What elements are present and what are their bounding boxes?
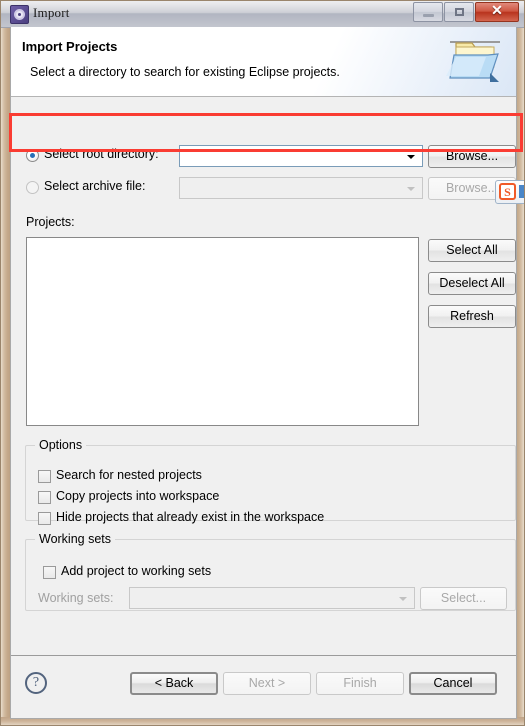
dialog-client-area: Import Projects Select a directory to se… bbox=[10, 27, 517, 719]
window-title: Import bbox=[33, 5, 70, 20]
browse-root-directory-button[interactable]: Browse... bbox=[428, 145, 516, 168]
close-icon: ✕ bbox=[491, 4, 503, 19]
copy-projects-checkbox[interactable] bbox=[38, 491, 51, 504]
copy-projects-label: Copy projects into workspace bbox=[56, 489, 220, 503]
title-bar[interactable]: Import ✕ bbox=[1, 1, 524, 28]
finish-button[interactable]: Finish bbox=[316, 672, 404, 695]
root-directory-combo[interactable] bbox=[179, 145, 423, 167]
close-button[interactable]: ✕ bbox=[475, 2, 519, 22]
working-sets-group-title: Working sets bbox=[35, 532, 116, 546]
wizard-header: Import Projects Select a directory to se… bbox=[11, 27, 516, 97]
maximize-button[interactable] bbox=[444, 2, 474, 22]
chevron-down-icon bbox=[407, 155, 415, 159]
search-nested-projects-checkbox[interactable] bbox=[38, 470, 51, 483]
working-sets-combo-label: Working sets: bbox=[38, 591, 114, 605]
refresh-button[interactable]: Refresh bbox=[428, 305, 516, 328]
select-root-directory-radio[interactable] bbox=[26, 149, 39, 162]
add-project-to-working-sets-label: Add project to working sets bbox=[61, 564, 212, 578]
select-archive-file-radio[interactable] bbox=[26, 181, 39, 194]
search-nested-projects-label: Search for nested projects bbox=[56, 468, 202, 482]
projects-label: Projects: bbox=[26, 215, 75, 229]
ime-mode-indicator[interactable] bbox=[519, 185, 524, 198]
options-group-title: Options bbox=[35, 438, 87, 452]
chevron-down-icon bbox=[399, 597, 407, 601]
select-all-button[interactable]: Select All bbox=[428, 239, 516, 262]
eclipse-wizard-icon bbox=[10, 5, 29, 24]
page-description: Select a directory to search for existin… bbox=[30, 65, 340, 79]
open-folder-icon bbox=[446, 35, 504, 88]
gear-icon bbox=[14, 9, 25, 20]
import-dialog-window: Import ✕ Import Projects Select a direct… bbox=[0, 0, 525, 726]
select-root-directory-label: Select root directory: bbox=[44, 147, 159, 161]
chevron-down-icon bbox=[407, 187, 415, 191]
working-sets-combo[interactable] bbox=[129, 587, 415, 609]
archive-file-combo[interactable] bbox=[179, 177, 423, 199]
hide-existing-projects-label: Hide projects that already exist in the … bbox=[56, 510, 325, 524]
working-sets-select-button[interactable]: Select... bbox=[420, 587, 507, 610]
add-project-to-working-sets-checkbox[interactable] bbox=[43, 566, 56, 579]
projects-list[interactable] bbox=[26, 237, 419, 426]
sogou-input-method-bar[interactable]: S bbox=[495, 180, 524, 204]
maximize-icon bbox=[455, 8, 464, 16]
next-button[interactable]: Next > bbox=[223, 672, 311, 695]
deselect-all-button[interactable]: Deselect All bbox=[428, 272, 516, 295]
page-title: Import Projects bbox=[22, 39, 118, 54]
back-button[interactable]: < Back bbox=[130, 672, 218, 695]
window-frame-left bbox=[1, 1, 10, 725]
minimize-button[interactable] bbox=[413, 2, 443, 22]
cancel-button[interactable]: Cancel bbox=[409, 672, 497, 695]
footer-separator bbox=[11, 655, 516, 656]
select-archive-file-label: Select archive file: bbox=[44, 179, 146, 193]
help-icon[interactable]: ? bbox=[25, 672, 47, 694]
hide-existing-projects-checkbox[interactable] bbox=[38, 512, 51, 525]
sogou-logo-icon: S bbox=[499, 183, 516, 200]
minimize-icon bbox=[423, 14, 434, 17]
